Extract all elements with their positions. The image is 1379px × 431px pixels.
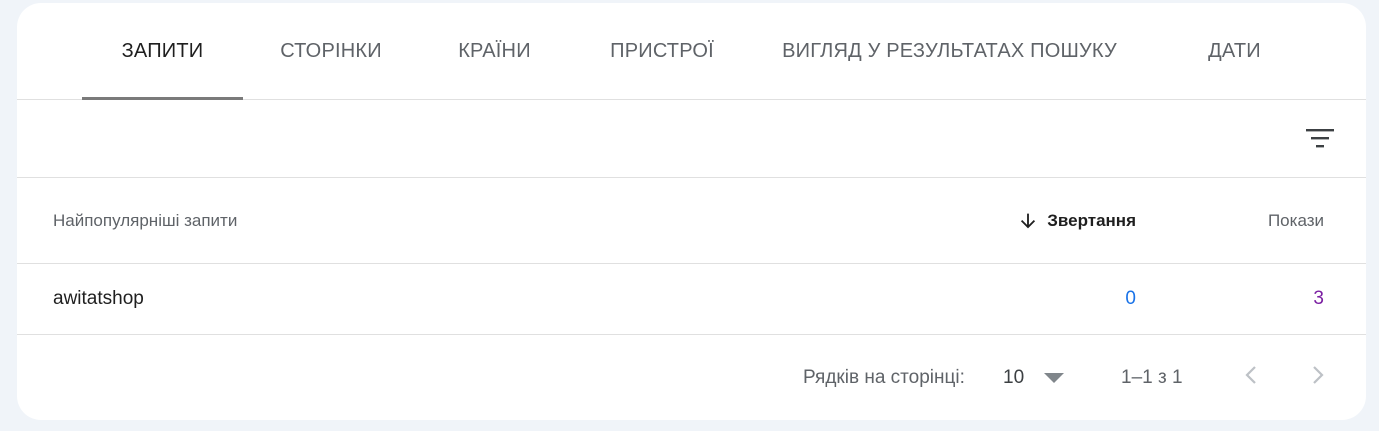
column-header-query-label: Найпопулярніші запити [53,210,238,230]
page-range: 1–1 з 1 [1121,366,1183,388]
rows-per-page-select[interactable]: 10 [1003,335,1065,420]
filter-row [17,100,1366,178]
impressions-value: 3 [1313,288,1324,309]
column-header-impressions-label: Покази [1267,210,1324,230]
dropdown-arrow-icon [1044,372,1065,383]
chevron-right-icon [1313,366,1324,384]
pagination: Рядків на сторінці: 10 1–1 з 1 [17,335,1366,420]
column-header-clicks-label: Звертання [1047,210,1136,230]
chevron-left-icon [1245,366,1256,384]
query-text: awitatshop [53,288,144,309]
next-page-button[interactable] [1296,353,1340,397]
table-header: Найпопулярніші запити Звертання Покази [17,178,1366,264]
column-header-impressions[interactable]: Покази [1268,178,1324,263]
tab-countries[interactable]: КРАЇНИ [437,3,552,99]
tab-queries[interactable]: ЗАПИТИ [82,3,243,100]
tab-pages[interactable]: СТОРІНКИ [257,3,405,99]
tab-bar: ЗАПИТИ СТОРІНКИ КРАЇНИ ПРИСТРОЇ ВИГЛЯД У… [17,3,1366,100]
clicks-value: 0 [1125,288,1136,309]
tab-dates[interactable]: ДАТИ [1187,3,1282,99]
previous-page-button[interactable] [1229,353,1273,397]
rows-per-page-value: 10 [1003,366,1025,388]
filter-button[interactable] [1298,116,1342,160]
tab-devices[interactable]: ПРИСТРОЇ [592,3,732,99]
tab-search-appearance[interactable]: ВИГЛЯД У РЕЗУЛЬТАТАХ ПОШУКУ [767,3,1132,99]
performance-card: ЗАПИТИ СТОРІНКИ КРАЇНИ ПРИСТРОЇ ВИГЛЯД У… [17,3,1366,420]
filter-list-icon [1306,129,1334,148]
table-row[interactable]: awitatshop 0 3 [17,264,1366,335]
column-header-clicks[interactable]: Звертання [1017,178,1136,263]
rows-per-page-label: Рядків на сторінці: [803,366,965,388]
arrow-down-icon [1021,213,1036,228]
column-header-query[interactable]: Найпопулярніші запити [53,178,237,263]
